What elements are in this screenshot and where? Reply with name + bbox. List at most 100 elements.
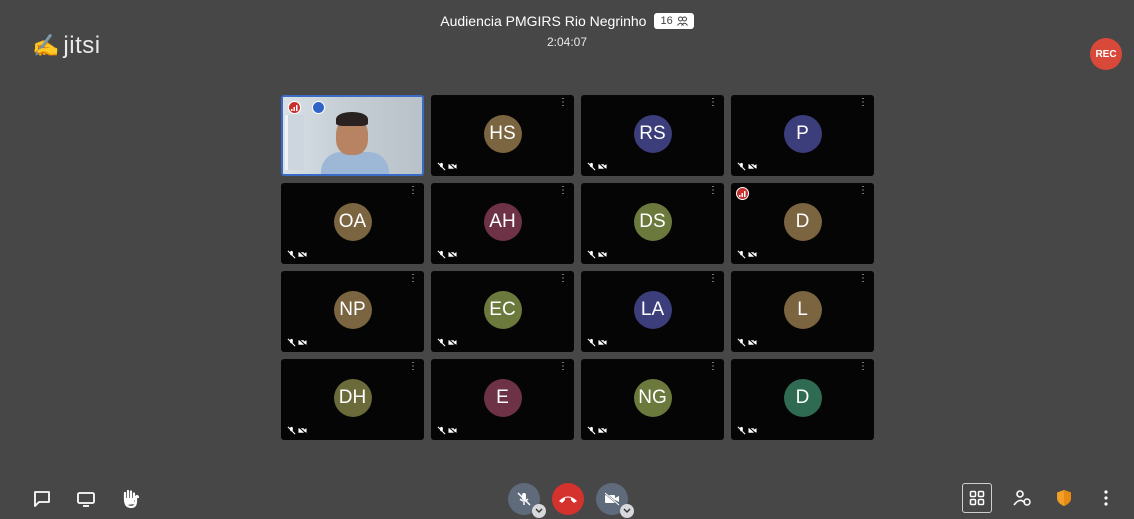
camera-off-icon bbox=[598, 426, 607, 435]
mic-muted-icon bbox=[587, 250, 596, 259]
participant-tile[interactable]: D ⋮ bbox=[731, 183, 874, 264]
raise-hand-button[interactable] bbox=[118, 487, 142, 511]
security-button[interactable] bbox=[1052, 486, 1076, 510]
camera-off-icon bbox=[748, 250, 757, 259]
tile-status-icons bbox=[587, 338, 607, 347]
tile-menu-dots-icon[interactable]: ⋮ bbox=[858, 362, 868, 372]
tile-menu-dots-icon[interactable]: ⋮ bbox=[708, 274, 718, 284]
mic-muted-icon bbox=[737, 426, 746, 435]
camera-off-icon bbox=[748, 426, 757, 435]
participant-avatar: OA bbox=[333, 202, 372, 241]
tile-menu-dots-icon[interactable]: ⋮ bbox=[558, 186, 568, 196]
camera-off-icon bbox=[748, 162, 757, 171]
tile-menu-dots-icon[interactable]: ⋮ bbox=[408, 186, 418, 196]
hangup-button[interactable] bbox=[552, 483, 584, 515]
chevron-down-icon bbox=[623, 508, 631, 513]
participant-tile[interactable]: NG ⋮ bbox=[581, 359, 724, 440]
more-options-button[interactable] bbox=[1094, 486, 1118, 510]
participant-avatar: LA bbox=[633, 290, 672, 329]
screen-share-button[interactable] bbox=[74, 487, 98, 511]
tile-view-button[interactable] bbox=[962, 483, 992, 513]
tile-menu-dots-icon[interactable]: ⋮ bbox=[858, 98, 868, 108]
participant-initials: NG bbox=[638, 386, 667, 408]
participant-count-badge[interactable]: 16 bbox=[654, 13, 694, 29]
participant-tile[interactable]: OA ⋮ bbox=[281, 183, 424, 264]
mic-muted-icon bbox=[437, 162, 446, 171]
participant-avatar: P bbox=[783, 114, 822, 153]
tile-menu-dots-icon[interactable]: ⋮ bbox=[708, 186, 718, 196]
chat-button[interactable] bbox=[30, 487, 54, 511]
participant-tile[interactable]: HS ⋮ bbox=[431, 95, 574, 176]
camera-off-icon bbox=[448, 338, 457, 347]
participant-tile[interactable]: P ⋮ bbox=[731, 95, 874, 176]
participant-avatar: NG bbox=[633, 378, 672, 417]
chevron-down-icon bbox=[535, 508, 543, 513]
tile-status-icons bbox=[737, 162, 757, 171]
tile-menu-dots-icon[interactable]: ⋮ bbox=[408, 274, 418, 284]
tile-view-icon bbox=[969, 490, 985, 506]
mic-muted-icon bbox=[287, 426, 296, 435]
dominant-speaker-icon bbox=[312, 101, 325, 114]
camera-off-icon bbox=[448, 162, 457, 171]
mic-muted-icon bbox=[437, 426, 446, 435]
connection-quality-icon[interactable] bbox=[288, 101, 301, 114]
participant-grid: HS ⋮ RS ⋮ P ⋮ OA ⋮ AH ⋮ DS ⋮ D ⋮ NP ⋮ EC… bbox=[281, 95, 874, 440]
tile-status-icons bbox=[737, 338, 757, 347]
meeting-header: Audiencia PMGIRS Rio Negrinho 16 2:04:07 bbox=[0, 13, 1134, 49]
mic-muted-icon bbox=[737, 250, 746, 259]
tile-menu-dots-icon[interactable]: ⋮ bbox=[408, 362, 418, 372]
participant-avatar: D bbox=[783, 378, 822, 417]
video-background bbox=[285, 115, 304, 170]
participant-initials: LA bbox=[640, 298, 665, 320]
participant-avatar: AH bbox=[483, 202, 522, 241]
camera-options-chevron[interactable] bbox=[620, 504, 634, 518]
participant-tile[interactable]: L ⋮ bbox=[731, 271, 874, 352]
participant-initials: EC bbox=[489, 298, 516, 320]
tile-menu-dots-icon[interactable]: ⋮ bbox=[558, 98, 568, 108]
tile-status-icons bbox=[437, 426, 457, 435]
mic-muted-icon bbox=[287, 250, 296, 259]
participant-initials: D bbox=[795, 210, 810, 232]
participant-avatar: L bbox=[783, 290, 822, 329]
recording-badge: REC bbox=[1090, 38, 1122, 70]
camera-off-icon bbox=[298, 338, 307, 347]
mic-muted-icon bbox=[287, 338, 296, 347]
tile-menu-dots-icon[interactable]: ⋮ bbox=[558, 362, 568, 372]
mic-muted-icon bbox=[737, 162, 746, 171]
connection-quality-icon[interactable] bbox=[736, 187, 749, 200]
participant-tile[interactable]: NP ⋮ bbox=[281, 271, 424, 352]
participant-tile[interactable]: EC ⋮ bbox=[431, 271, 574, 352]
participant-tile[interactable]: RS ⋮ bbox=[581, 95, 724, 176]
mic-muted-icon bbox=[587, 162, 596, 171]
participant-initials: P bbox=[796, 122, 809, 144]
mute-mic-button[interactable] bbox=[508, 483, 546, 518]
camera-toggle-button[interactable] bbox=[596, 483, 634, 518]
participant-tile-local[interactable] bbox=[281, 95, 424, 176]
tile-menu-dots-icon[interactable]: ⋮ bbox=[558, 274, 568, 284]
participant-tile[interactable]: LA ⋮ bbox=[581, 271, 724, 352]
participant-tile[interactable]: E ⋮ bbox=[431, 359, 574, 440]
participant-initials: DH bbox=[338, 386, 367, 408]
mic-options-chevron[interactable] bbox=[532, 504, 546, 518]
participant-tile[interactable]: DS ⋮ bbox=[581, 183, 724, 264]
participant-tile[interactable]: D ⋮ bbox=[731, 359, 874, 440]
hangup-icon bbox=[559, 496, 577, 503]
chat-icon bbox=[34, 491, 50, 507]
tile-status-icons bbox=[587, 426, 607, 435]
participant-initials: L bbox=[797, 298, 808, 320]
participant-initials: DS bbox=[639, 210, 666, 232]
participant-tile[interactable]: DH ⋮ bbox=[281, 359, 424, 440]
tile-menu-dots-icon[interactable]: ⋮ bbox=[858, 186, 868, 196]
participants-icon bbox=[676, 16, 688, 26]
participant-initials: NP bbox=[339, 298, 366, 320]
mic-muted-icon bbox=[517, 492, 531, 506]
participant-tile[interactable]: AH ⋮ bbox=[431, 183, 574, 264]
participant-avatar: DS bbox=[633, 202, 672, 241]
tile-menu-dots-icon[interactable]: ⋮ bbox=[858, 274, 868, 284]
participant-avatar: E bbox=[483, 378, 522, 417]
more-options-icon bbox=[1104, 490, 1108, 506]
tile-menu-dots-icon[interactable]: ⋮ bbox=[708, 98, 718, 108]
tile-status-icons bbox=[287, 426, 307, 435]
invite-people-button[interactable] bbox=[1010, 486, 1034, 510]
tile-menu-dots-icon[interactable]: ⋮ bbox=[708, 362, 718, 372]
